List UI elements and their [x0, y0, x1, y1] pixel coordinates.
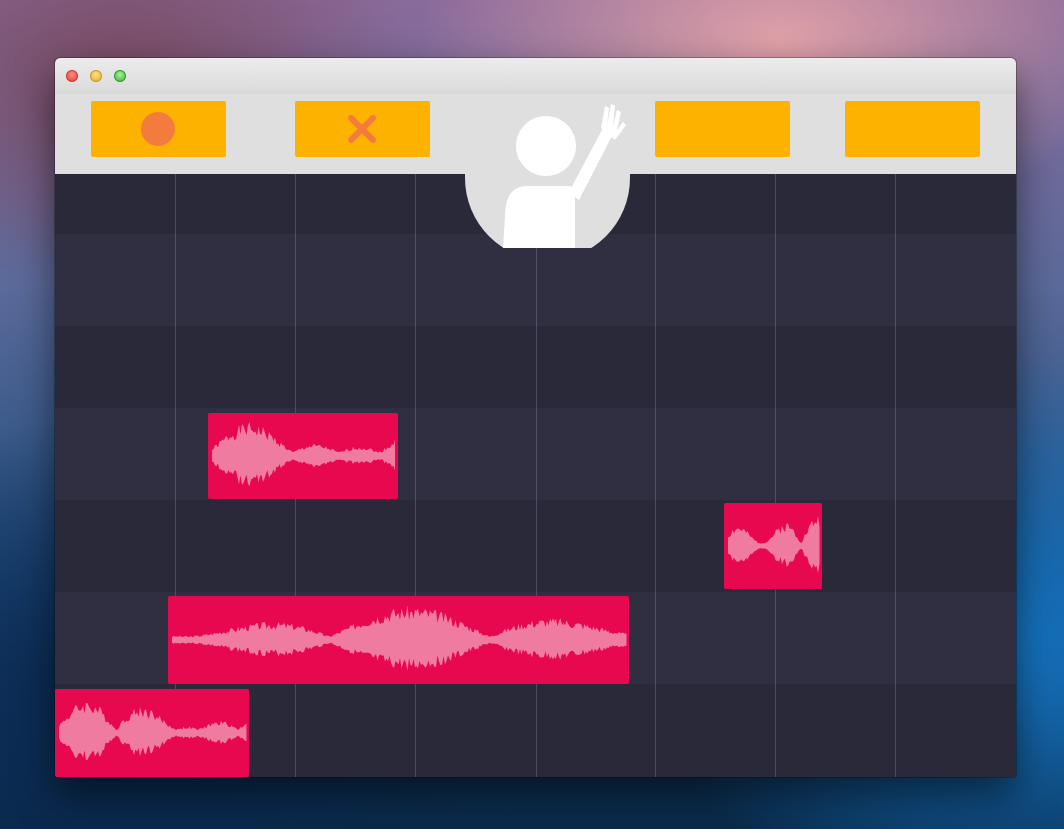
- close-window-button[interactable]: [66, 70, 78, 82]
- app-window: [55, 58, 1016, 777]
- zoom-window-button[interactable]: [114, 70, 126, 82]
- grid-line: [895, 174, 896, 777]
- waveform: [59, 702, 247, 761]
- track-area: [55, 174, 1016, 777]
- waveform: [172, 605, 627, 672]
- grid-line: [536, 174, 537, 777]
- audio-clip[interactable]: [55, 689, 249, 777]
- minimize-window-button[interactable]: [90, 70, 102, 82]
- audio-clip[interactable]: [724, 503, 822, 589]
- record-button[interactable]: [91, 101, 226, 157]
- waveform: [728, 515, 820, 574]
- delete-button[interactable]: [295, 101, 430, 157]
- grid-line: [775, 174, 776, 777]
- waveform: [212, 422, 395, 487]
- grid-line: [655, 174, 656, 777]
- person-waving-icon: [465, 104, 630, 261]
- grid-line: [175, 174, 176, 777]
- presenter-avatar: [465, 88, 630, 261]
- audio-clip[interactable]: [208, 413, 398, 499]
- audio-clip[interactable]: [168, 596, 629, 684]
- toolbar-button-3[interactable]: [655, 101, 790, 157]
- record-icon: [141, 112, 175, 146]
- grid-line: [415, 174, 416, 777]
- x-icon: [348, 115, 376, 143]
- toolbar-button-4[interactable]: [845, 101, 980, 157]
